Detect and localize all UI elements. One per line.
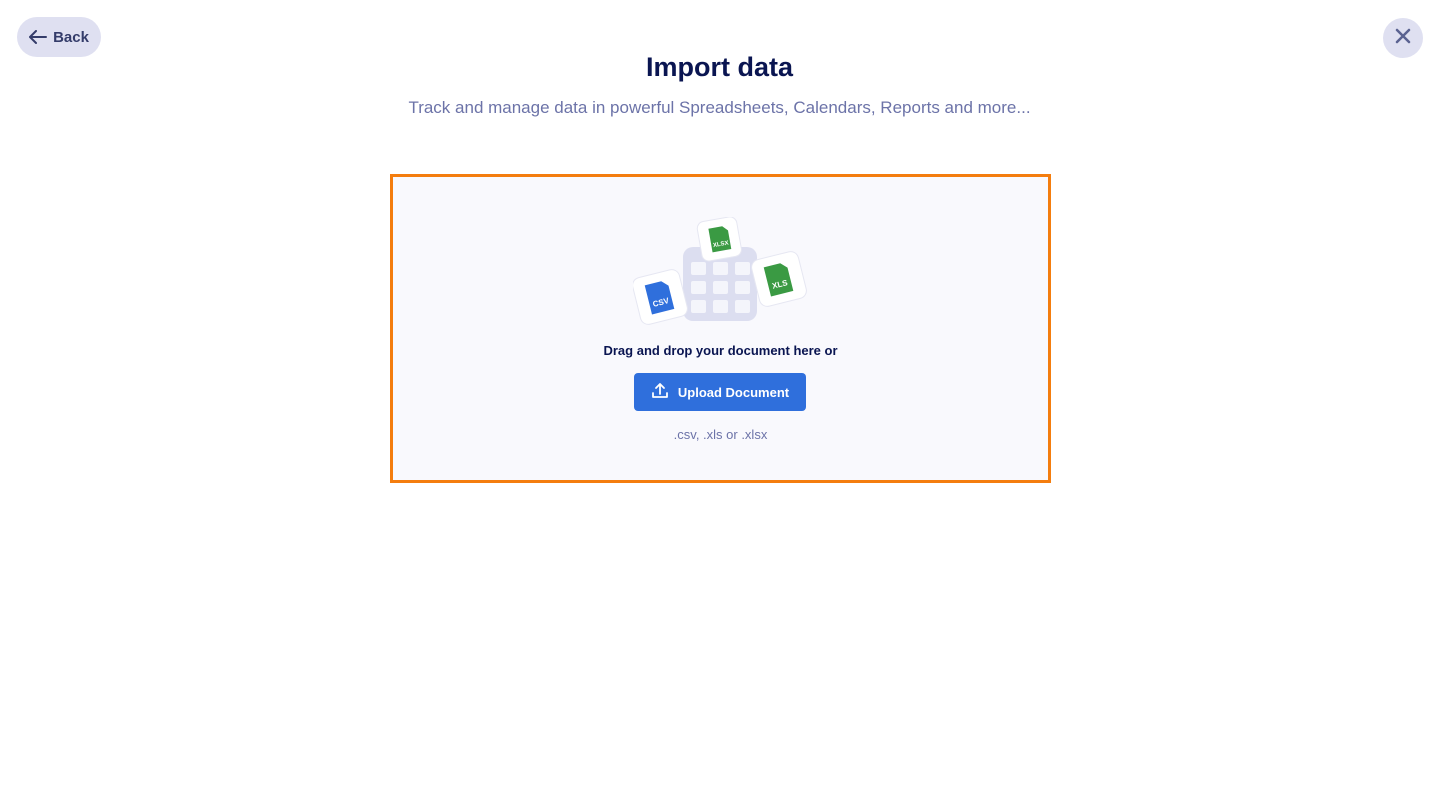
page-title: Import data [645, 52, 793, 82]
dropzone-instruction: Drag and drop your document here or [603, 343, 838, 358]
back-button[interactable]: Back [17, 17, 101, 57]
back-button-label: Back [53, 28, 89, 46]
spreadsheet-illustration: XLSX CSV XLS [632, 216, 813, 327]
upload-document-label: Upload Document [677, 384, 790, 400]
arrow-left-icon [29, 30, 48, 44]
upload-icon [651, 382, 669, 403]
file-dropzone[interactable]: XLSX CSV XLS Drag and drop your document… [390, 174, 1051, 483]
close-icon [1395, 28, 1411, 49]
import-data-page: Back Import data Track and manage data i… [0, 0, 1439, 809]
accepted-formats-hint: .csv, .xls or .xlsx [673, 427, 768, 442]
page-subtitle: Track and manage data in powerful Spread… [408, 98, 1031, 117]
upload-document-button[interactable]: Upload Document [634, 373, 806, 411]
